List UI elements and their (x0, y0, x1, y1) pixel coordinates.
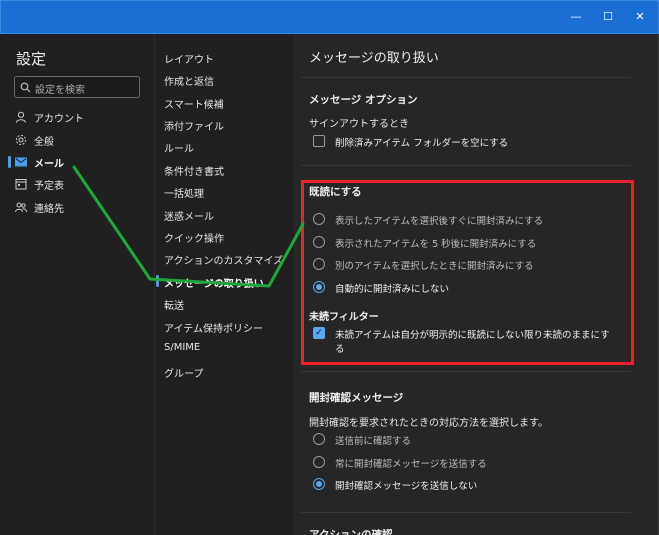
annotation-lines (72, 165, 305, 288)
annotation-line (72, 165, 305, 288)
